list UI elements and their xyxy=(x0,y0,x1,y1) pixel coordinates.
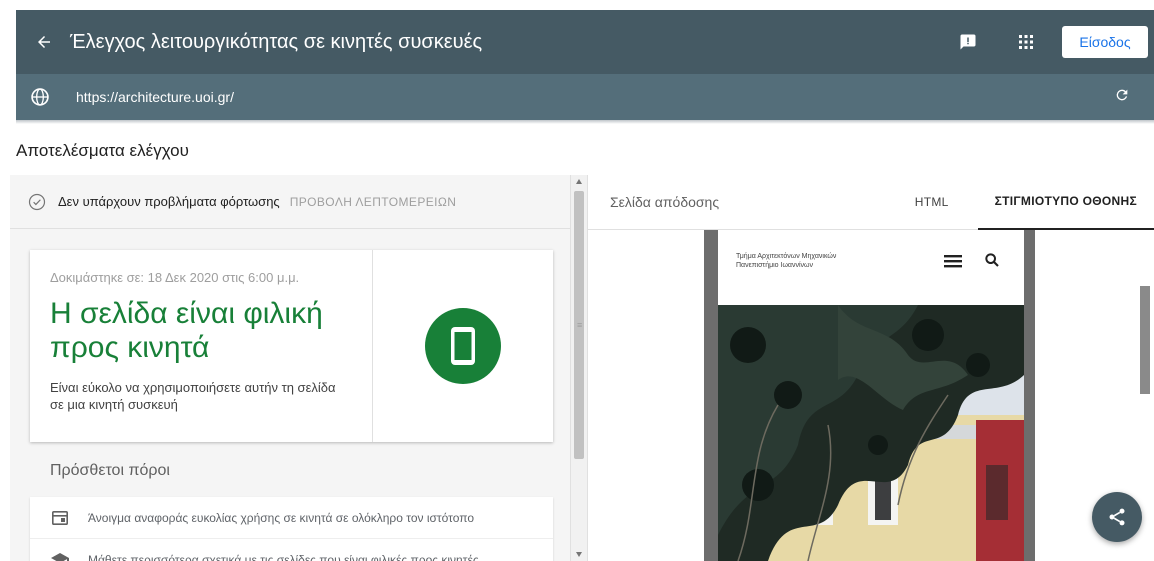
apps-grid-icon xyxy=(1019,35,1033,49)
results-heading: Αποτελέσματα ελέγχου xyxy=(16,141,189,160)
mobile-phone-icon xyxy=(425,308,501,384)
reload-button[interactable] xyxy=(1114,87,1130,108)
pane-splitter-handle[interactable]: ≡ xyxy=(577,320,582,330)
login-button[interactable]: Είσοδος xyxy=(1062,26,1148,58)
screenshot-preview: Τμήμα Αρχιτεκτόνων Μηχανικών Πανεπιστήμι… xyxy=(588,230,1154,561)
apps-button[interactable] xyxy=(1004,20,1048,64)
results-pane: Δεν υπάρχουν προβλήματα φόρτωσης ΠΡΟΒΟΛΗ… xyxy=(10,175,570,561)
phone-screen: Τμήμα Αρχιτεκτόνων Μηχανικών Πανεπιστήμι… xyxy=(718,230,1024,561)
view-details-link[interactable]: ΠΡΟΒΟΛΗ ΛΕΠΤΟΜΕΡΕΙΩΝ xyxy=(290,195,457,209)
report-icon xyxy=(50,508,70,528)
site-name-line2: Πανεπιστήμιο Ιωαννίνων xyxy=(736,262,813,269)
share-button[interactable] xyxy=(1092,492,1142,542)
share-icon xyxy=(1109,508,1125,526)
site-hero-photo xyxy=(718,305,1024,561)
page-title: Έλεγχος λειτουργικότητας σε κινητές συσκ… xyxy=(70,30,483,53)
tab-html[interactable]: HTML xyxy=(898,175,966,230)
scroll-up-arrow[interactable] xyxy=(576,179,582,184)
feedback-button[interactable] xyxy=(946,20,990,64)
resource-item-label: Μάθετε περισσότερα σχετικά με τις σελίδε… xyxy=(88,552,479,561)
resource-item-site-report[interactable]: Άνοιγμα αναφοράς ευκολίας χρήσης σε κινη… xyxy=(30,497,553,539)
tested-timestamp: Δοκιμάστηκε σε: 18 Δεκ 2020 στις 6:00 μ.… xyxy=(50,270,300,285)
school-icon xyxy=(50,550,70,561)
back-button[interactable] xyxy=(24,33,64,51)
result-headline: Η σελίδα είναι φιλική προς κινητά xyxy=(50,297,323,364)
result-card-text: Δοκιμάστηκε σε: 18 Δεκ 2020 στις 6:00 μ.… xyxy=(30,250,373,442)
tested-url[interactable]: https://architecture.uoi.gr/ xyxy=(76,89,1114,105)
loading-status-row: Δεν υπάρχουν προβλήματα φόρτωσης ΠΡΟΒΟΛΗ… xyxy=(10,175,570,229)
url-bar: https://architecture.uoi.gr/ xyxy=(16,74,1154,120)
status-text: Δεν υπάρχουν προβλήματα φόρτωσης xyxy=(58,194,280,209)
preview-pane: Σελίδα απόδοσης HTML ΣΤΙΓΜΙΟΤΥΠΟ ΟΘΟΝΗΣ … xyxy=(588,175,1154,561)
phone-frame: Τμήμα Αρχιτεκτόνων Μηχανικών Πανεπιστήμι… xyxy=(704,230,1035,561)
result-subtitle: Είναι εύκολο να χρησιμοποιήσετε αυτήν τη… xyxy=(50,380,336,412)
hamburger-menu-icon xyxy=(944,255,962,268)
preview-edge-shadow xyxy=(1140,286,1150,394)
arrow-back-icon xyxy=(38,36,50,48)
resource-item-label: Άνοιγμα αναφοράς ευκολίας χρήσης σε κινη… xyxy=(88,510,475,525)
result-card: Δοκιμάστηκε σε: 18 Δεκ 2020 στις 6:00 μ.… xyxy=(30,250,553,442)
header-shadow xyxy=(16,120,1154,124)
site-name-line1: Τμήμα Αρχιτεκτόνων Μηχανικών xyxy=(736,253,837,260)
site-name: Τμήμα Αρχιτεκτόνων Μηχανικών Πανεπιστήμι… xyxy=(736,252,886,270)
globe-icon xyxy=(31,88,49,106)
feedback-icon xyxy=(960,34,976,50)
results-scrollbar[interactable] xyxy=(570,175,588,561)
result-card-icon-area xyxy=(373,250,553,442)
reload-icon xyxy=(1116,89,1128,100)
app-header: Έλεγχος λειτουργικότητας σε κινητές συσκ… xyxy=(16,10,1154,74)
resources-list: Άνοιγμα αναφοράς ευκολίας χρήσης σε κινη… xyxy=(30,497,553,561)
resources-heading: Πρόσθετοι πόροι xyxy=(50,462,170,479)
scroll-down-arrow[interactable] xyxy=(576,552,582,557)
tab-screenshot[interactable]: ΣΤΙΓΜΙΟΤΥΠΟ ΟΘΟΝΗΣ xyxy=(977,175,1154,230)
search-icon xyxy=(985,253,999,267)
check-circle-icon xyxy=(28,193,46,210)
site-header: Τμήμα Αρχιτεκτόνων Μηχανικών Πανεπιστήμι… xyxy=(718,230,1024,305)
resource-item-learn-more[interactable]: Μάθετε περισσότερα σχετικά με τις σελίδε… xyxy=(30,539,553,561)
rendered-page-label: Σελίδα απόδοσης xyxy=(610,194,720,210)
preview-header: Σελίδα απόδοσης HTML ΣΤΙΓΜΙΟΤΥΠΟ ΟΘΟΝΗΣ xyxy=(588,175,1154,230)
